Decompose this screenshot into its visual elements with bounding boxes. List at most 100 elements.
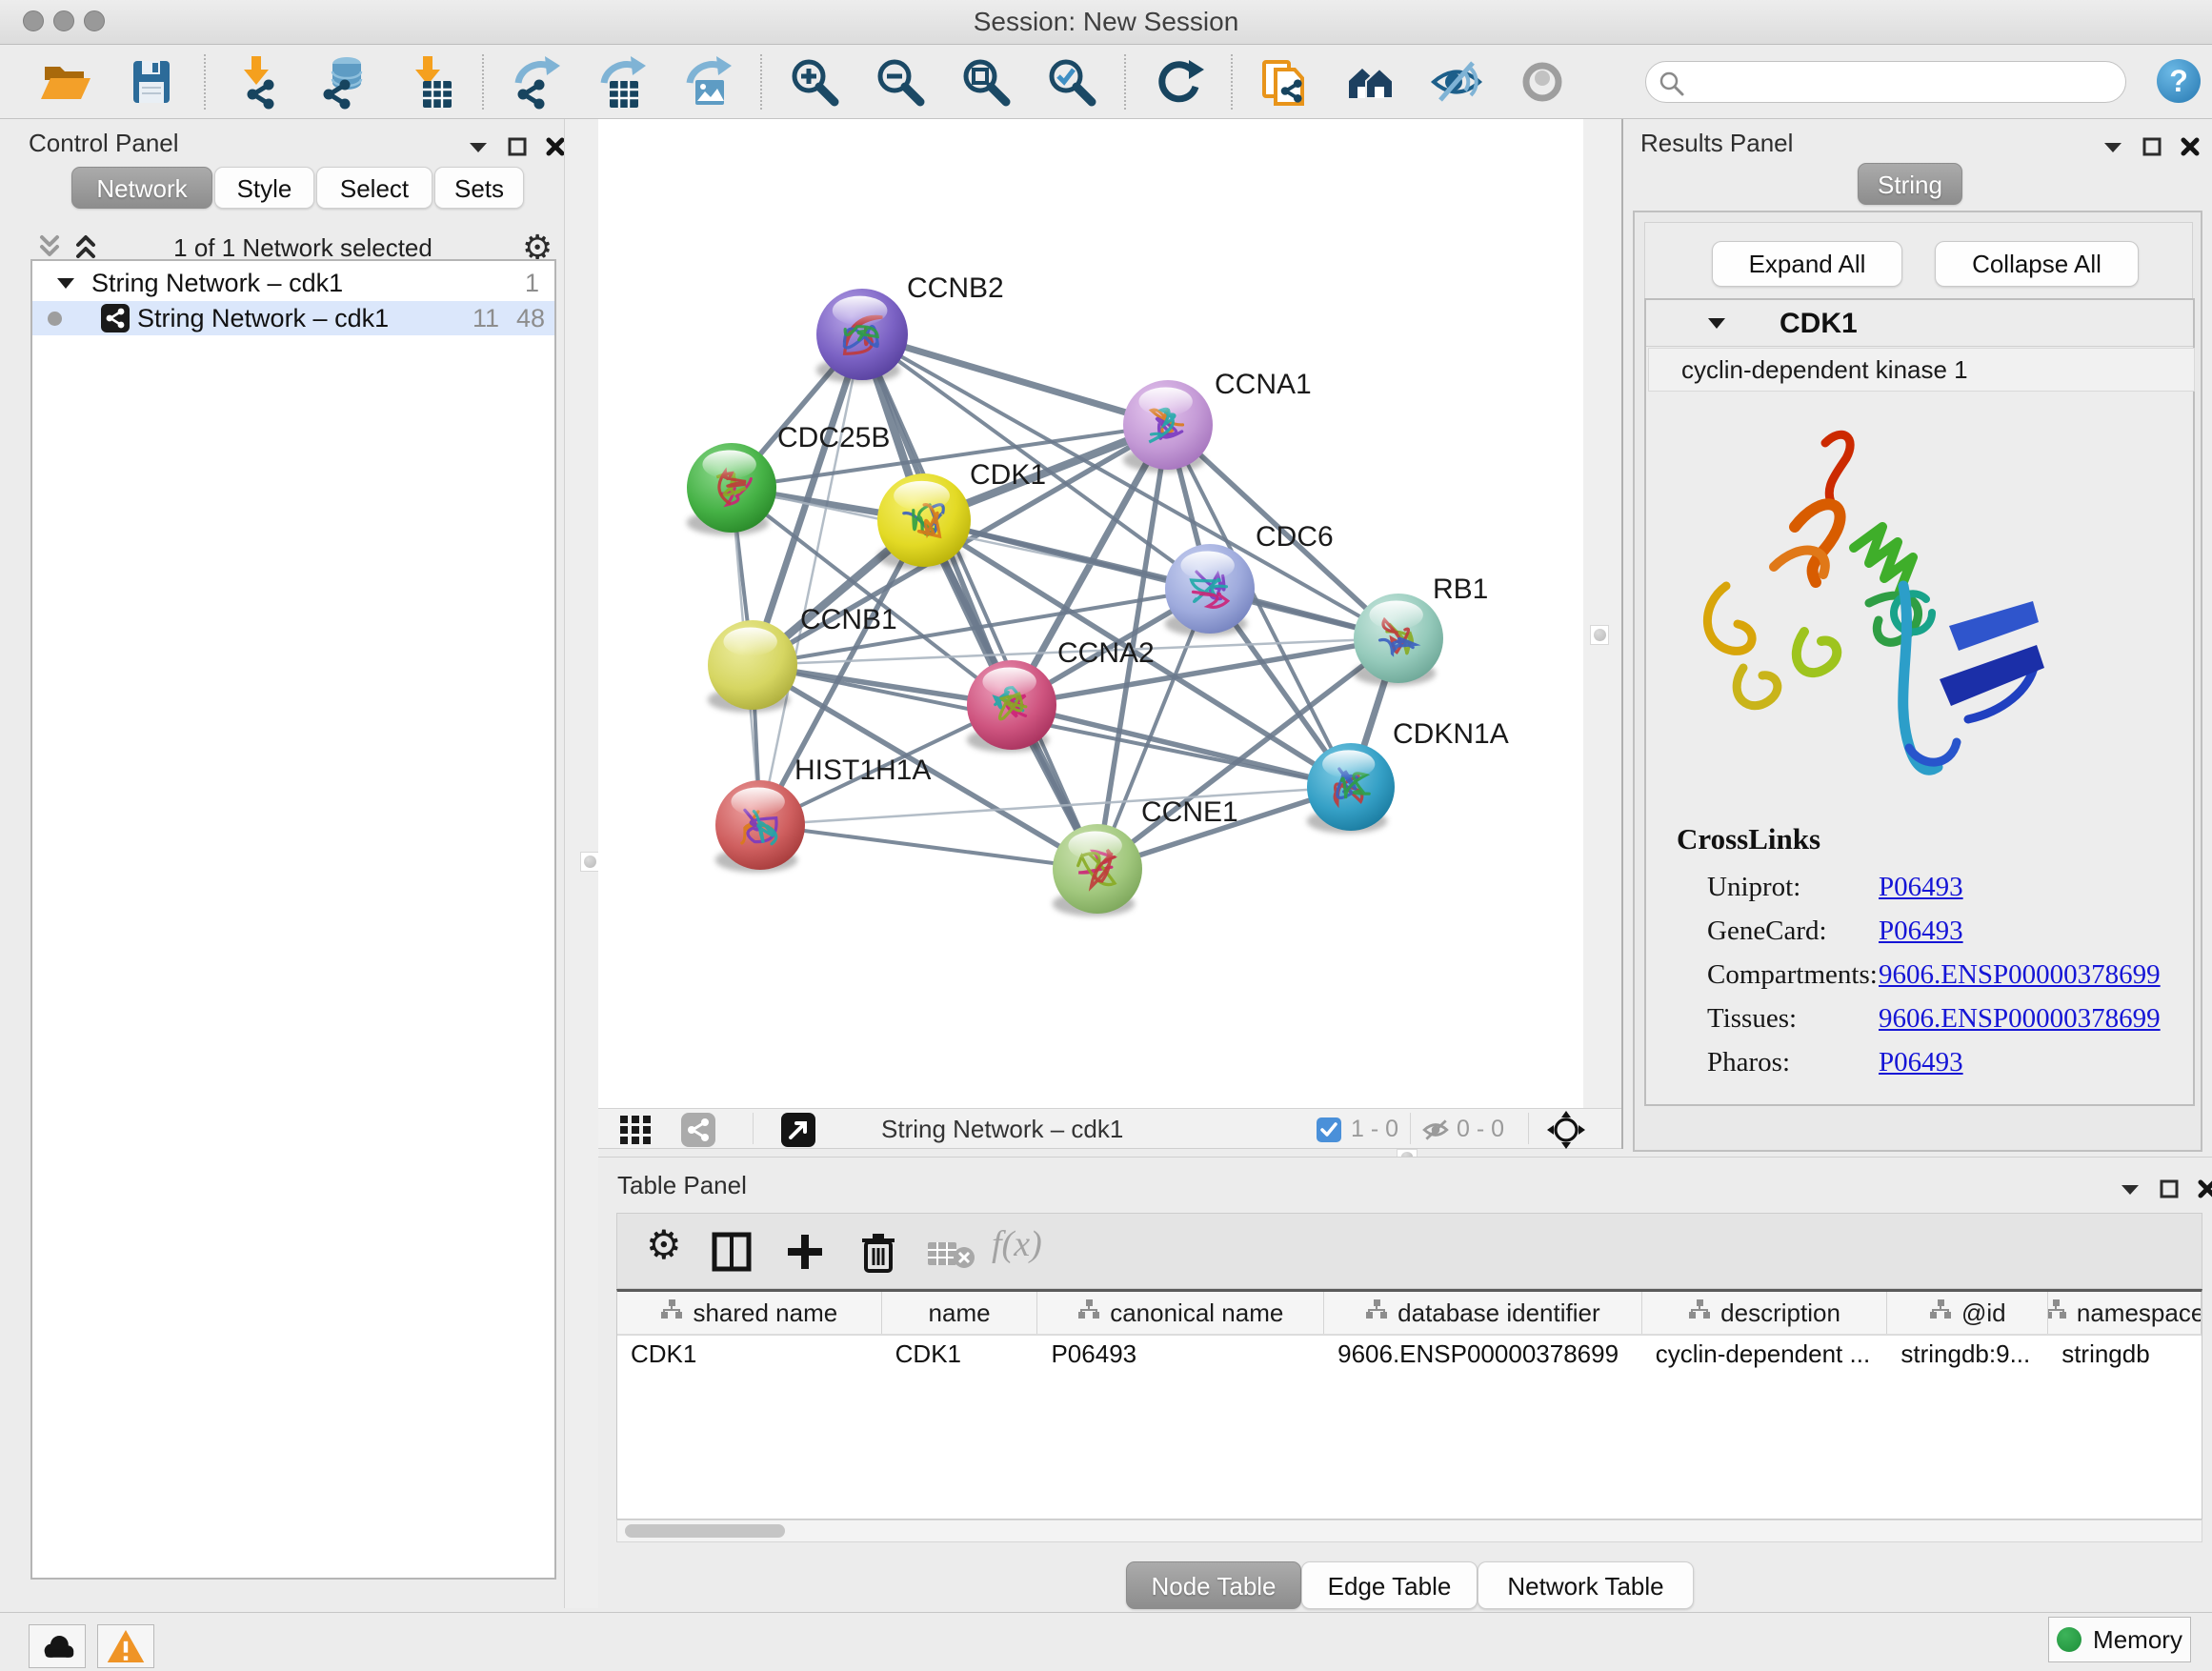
selected-count: 1 - 0 [1351,1116,1398,1143]
column-header--id[interactable]: @id [1887,1292,2048,1334]
edge[interactable] [760,334,862,825]
table-cell[interactable]: P06493 [1037,1336,1324,1374]
crosslink-link[interactable]: P06493 [1879,872,1963,903]
table-settings-gear-icon[interactable]: ⚙ [646,1221,682,1268]
tab-string[interactable]: String [1858,163,1962,205]
crosslink-link[interactable]: 9606.ENSP00000378699 [1879,1003,2161,1035]
grid-view-icon[interactable] [620,1116,658,1144]
left-splitter[interactable] [564,119,599,1608]
tab-network-table[interactable]: Network Table [1478,1561,1694,1609]
column-header-namespace[interactable]: namespace [2048,1292,2202,1334]
node-RB1[interactable]: RB1 [1354,574,1489,686]
tree-network-row-selected[interactable]: String Network – cdk1 11 48 [32,301,554,335]
selected-checkbox-icon[interactable] [1317,1117,1341,1142]
refresh-layout-icon[interactable] [1151,54,1206,110]
tab-style[interactable]: Style [214,167,314,209]
search-input[interactable] [1690,64,2113,100]
help-button[interactable]: ? [2155,57,2202,105]
node-CCNE1[interactable]: CCNE1 [1053,796,1238,916]
table-cell[interactable]: CDK1 [617,1336,882,1374]
clone-network-icon[interactable] [1257,54,1313,110]
tab-select[interactable]: Select [316,167,432,209]
column-header-database-identifier[interactable]: database identifier [1324,1292,1642,1334]
node-CDKN1A[interactable]: CDKN1A [1307,718,1509,834]
node-HIST1H1A[interactable]: HIST1H1A [715,755,932,873]
tab-sets[interactable]: Sets [434,167,524,209]
import-network-database-icon[interactable] [316,54,372,110]
warnings-button[interactable] [97,1624,154,1668]
node-CDK1[interactable]: CDK1 [877,459,1046,570]
import-table-file-icon[interactable] [402,54,457,110]
column-header-name[interactable]: name [882,1292,1038,1334]
tree-expand-icon[interactable] [55,275,76,291]
protein-section-header[interactable]: CDK1 [1646,300,2193,347]
scrollbar-thumb[interactable] [625,1524,785,1538]
tab-network[interactable]: Network [71,167,212,209]
panel-menu-icon[interactable] [2119,1181,2142,1197]
table-cell[interactable]: 9606.ENSP00000378699 [1324,1336,1642,1374]
panel-menu-icon[interactable] [2101,139,2124,154]
export-image-icon[interactable] [680,54,735,110]
crosslink-link[interactable]: P06493 [1879,1047,1963,1078]
panel-close-icon[interactable] [2180,136,2201,157]
column-header-canonical-name[interactable]: canonical name [1037,1292,1324,1334]
show-columns-icon[interactable] [711,1231,753,1273]
table-cell[interactable]: CDK1 [882,1336,1038,1374]
cloud-status-button[interactable] [29,1624,86,1668]
export-network-icon[interactable] [509,54,564,110]
expand-all-button[interactable]: Expand All [1712,241,1902,287]
panel-float-icon[interactable] [507,136,528,157]
table-horizontal-scrollbar[interactable] [616,1520,2202,1542]
zoom-in-icon[interactable] [787,54,842,110]
zoom-selected-icon[interactable] [1044,54,1099,110]
collapse-all-icon[interactable] [34,232,65,262]
expand-all-icon[interactable] [70,232,101,262]
search-box[interactable] [1645,61,2126,103]
memory-button[interactable]: Memory [2048,1617,2191,1662]
panel-close-icon[interactable] [545,136,566,157]
splitter-handle-icon[interactable] [1590,625,1609,645]
control-panel: Control Panel NetworkStyleSelectSets 1 o… [8,119,564,1608]
table-row[interactable]: CDK1CDK1P064939606.ENSP00000378699cyclin… [617,1336,2202,1374]
network-view-icon-disabled[interactable] [681,1113,715,1147]
table-cell[interactable]: stringdb [2048,1336,2202,1374]
column-header-description[interactable]: description [1642,1292,1888,1334]
delete-column-icon[interactable] [858,1231,898,1275]
node-CCNA1[interactable]: CCNA1 [1123,369,1312,473]
network-canvas[interactable]: CCNB2 CCNA1 CDC25B CDK1 CDC6 RB1 CCNB1 [598,119,1583,1108]
right-splitter[interactable] [1583,119,1621,1149]
detach-view-icon[interactable] [781,1113,815,1147]
node-CDC6[interactable]: CDC6 [1165,521,1334,636]
table-header-row: shared namenamecanonical namedatabase id… [617,1292,2202,1336]
panel-menu-icon[interactable] [467,139,490,154]
node-table[interactable]: shared namenamecanonical namedatabase id… [616,1289,2202,1520]
save-session-icon[interactable] [124,54,179,110]
tab-edge-table[interactable]: Edge Table [1301,1561,1478,1609]
crosslink-link[interactable]: P06493 [1879,916,1963,947]
section-collapse-icon[interactable] [1705,315,1728,331]
edge[interactable] [862,334,1168,425]
splitter-handle-icon[interactable] [580,852,599,872]
node-layer: CCNB2 CCNA1 CDC25B CDK1 CDC6 RB1 CCNB1 [687,272,1509,916]
edge[interactable] [862,334,1097,869]
panel-float-icon[interactable] [2142,136,2162,157]
open-file-icon[interactable] [38,54,93,110]
crosslink-link[interactable]: 9606.ENSP00000378699 [1879,959,2161,991]
export-table-icon[interactable] [594,54,650,110]
panel-float-icon[interactable] [2159,1178,2180,1199]
table-cell[interactable]: stringdb:9... [1887,1336,2048,1374]
table-cell[interactable]: cyclin-dependent ... [1642,1336,1888,1374]
zoom-fit-icon[interactable] [958,54,1014,110]
column-header-shared-name[interactable]: shared name [617,1292,882,1334]
add-column-icon[interactable] [784,1231,826,1273]
edge[interactable] [760,825,1097,869]
tree-root-row[interactable]: String Network – cdk1 1 [32,267,554,301]
hide-eye-icon[interactable] [1429,54,1484,110]
zoom-out-icon[interactable] [873,54,928,110]
home-icon[interactable] [1343,54,1398,110]
collapse-all-button[interactable]: Collapse All [1935,241,2139,287]
tab-node-table[interactable]: Node Table [1126,1561,1301,1609]
panel-close-icon[interactable] [2197,1178,2212,1199]
import-network-file-icon[interactable] [231,54,286,110]
birdseye-navigator-icon[interactable] [1546,1110,1586,1150]
